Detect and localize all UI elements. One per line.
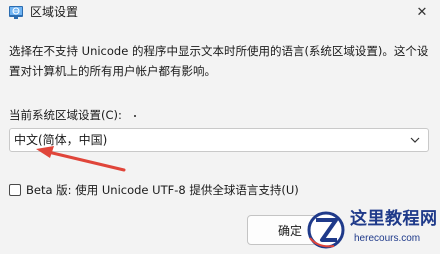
locale-label: 当前系统区域设置(C): <box>9 108 122 122</box>
close-button[interactable]: ✕ <box>410 2 434 22</box>
title-bar: 区域设置 ✕ <box>0 0 440 26</box>
description-text: 选择在不支持 Unicode 的程序中显示文本时所使用的语言(系统区域设置)。这… <box>9 44 429 78</box>
globe-settings-icon <box>9 6 23 19</box>
cursor-dot <box>134 115 136 117</box>
watermark-name: 这里教程网 <box>350 209 438 229</box>
window-title: 区域设置 <box>30 5 79 19</box>
beta-utf8-checkbox[interactable] <box>9 184 21 196</box>
locale-selected-value: 中文(简体，中国) <box>14 133 108 147</box>
beta-utf8-label: Beta 版: 使用 Unicode UTF-8 提供全球语言支持(U) <box>26 183 299 197</box>
watermark-url: herecours.com <box>354 233 421 244</box>
watermark-logo-icon <box>307 211 345 249</box>
watermark: 这里教程网 herecours.com <box>300 206 440 254</box>
chevron-down-icon <box>410 137 420 143</box>
close-icon: ✕ <box>416 4 428 20</box>
system-locale-dropdown[interactable]: 中文(简体，中国) <box>9 128 429 152</box>
